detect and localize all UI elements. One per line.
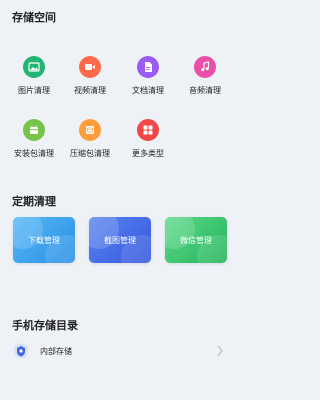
archive-cleanup-button[interactable]: 压缩包清理: [60, 119, 120, 171]
download-manage-card[interactable]: 下载管理: [13, 217, 75, 263]
screenshot-manage-label: 截图管理: [104, 235, 136, 245]
document-icon: [137, 56, 159, 78]
zip-archive-icon: [79, 119, 101, 141]
internal-storage-row[interactable]: 内部存储: [12, 340, 228, 362]
wechat-manage-label: 微信管理: [180, 235, 212, 245]
video-cleanup-button[interactable]: 视频清理: [60, 56, 120, 108]
music-icon: [194, 56, 216, 78]
grid-more-icon: [137, 119, 159, 141]
audio-cleanup-button[interactable]: 音频清理: [175, 56, 235, 108]
more-types-button[interactable]: 更多类型: [118, 119, 178, 171]
video-cleanup-label: 视频清理: [74, 86, 106, 95]
image-cleanup-label: 图片清理: [18, 86, 50, 95]
audio-cleanup-label: 音频清理: [189, 86, 221, 95]
internal-storage-label: 内部存储: [40, 346, 72, 356]
document-cleanup-button[interactable]: 文档清理: [118, 56, 178, 108]
download-manage-label: 下载管理: [28, 235, 60, 245]
more-types-label: 更多类型: [132, 149, 164, 158]
image-icon: [23, 56, 45, 78]
archive-cleanup-label: 压缩包清理: [70, 149, 110, 158]
internal-storage-icon: [12, 342, 30, 360]
chevron-right-icon: [217, 345, 223, 357]
image-cleanup-button[interactable]: 图片清理: [4, 56, 64, 108]
apk-package-icon: [23, 119, 45, 141]
apk-cleanup-button[interactable]: 安装包清理: [4, 119, 64, 171]
wechat-manage-card[interactable]: 微信管理: [165, 217, 227, 263]
phone-storage-title: 手机存储目录: [12, 319, 78, 332]
screenshot-manage-card[interactable]: 截图管理: [89, 217, 151, 263]
scheduled-cleanup-title: 定期清理: [12, 195, 56, 208]
document-cleanup-label: 文档清理: [132, 86, 164, 95]
video-icon: [79, 56, 101, 78]
storage-space-title: 存储空间: [12, 11, 56, 24]
apk-cleanup-label: 安装包清理: [14, 149, 54, 158]
